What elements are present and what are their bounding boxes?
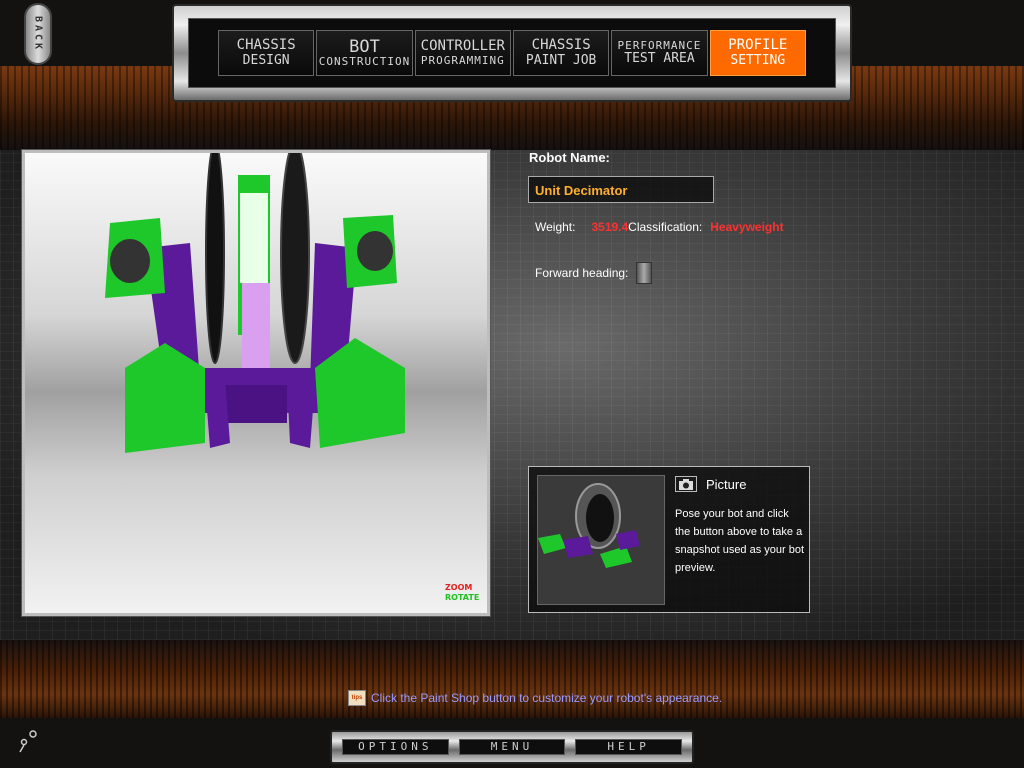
tab-label-line1: PROFILE bbox=[728, 37, 788, 54]
leg-right bbox=[287, 378, 315, 448]
bot-preview-image bbox=[538, 483, 640, 568]
tab-profile-setting[interactable]: PROFILE SETTING bbox=[709, 30, 806, 76]
tab-label-line2: CONSTRUCTION bbox=[318, 55, 411, 69]
tip-text: Click the Paint Shop button to customize… bbox=[371, 691, 723, 705]
picture-panel: Picture Pose your bot and click the butt… bbox=[528, 466, 810, 613]
back-button[interactable]: BACK bbox=[24, 3, 52, 65]
pod-right-wheel bbox=[357, 231, 393, 271]
forward-heading-label: Forward heading: bbox=[535, 266, 629, 280]
help-button[interactable]: HELP bbox=[575, 739, 683, 755]
picture-description: Pose your bot and click the button above… bbox=[675, 508, 805, 574]
tab-label-line2: DESIGN bbox=[242, 52, 290, 68]
tab-label-line2: TEST AREA bbox=[624, 50, 695, 66]
tab-bot-construction[interactable]: BOT CONSTRUCTION bbox=[316, 30, 413, 76]
menu-button[interactable]: MENU bbox=[458, 739, 566, 755]
camera-icon[interactable] bbox=[675, 476, 697, 492]
pod-left-wheel bbox=[110, 239, 150, 283]
robot-stats: Weight: 3519.4 Classification: Heavyweig… bbox=[535, 220, 784, 234]
robot-3d-viewport[interactable]: ZOOM ROTATE bbox=[21, 149, 491, 617]
rotate-label: ROTATE bbox=[445, 593, 480, 602]
classification-label: Classification: bbox=[628, 220, 703, 234]
picture-title: Picture bbox=[706, 477, 747, 492]
tab-controller-programming[interactable]: CONTROLLER PROGRAMMING bbox=[414, 30, 511, 76]
tab-label-line1: CONTROLLER bbox=[420, 38, 505, 55]
column-light bbox=[240, 193, 268, 283]
robot-model bbox=[105, 153, 405, 453]
forward-heading-slider[interactable] bbox=[636, 262, 653, 284]
tab-performance-test-area[interactable]: PERFORMANCE TEST AREA bbox=[611, 30, 708, 76]
wheel-left bbox=[205, 153, 225, 364]
zoom-label: ZOOM bbox=[445, 583, 473, 592]
options-button[interactable]: OPTIONS bbox=[342, 739, 449, 755]
nav-tabs: CHASSIS DESIGN BOT CONSTRUCTION CONTROLL… bbox=[218, 30, 806, 76]
base-block bbox=[225, 385, 287, 423]
robot-name-input[interactable]: Unit Decimator bbox=[528, 176, 714, 203]
tab-label-line2: PAINT JOB bbox=[525, 52, 597, 68]
tab-label-line1: CHASSIS bbox=[531, 37, 591, 54]
classification-value: Heavyweight bbox=[710, 220, 784, 234]
tab-chassis-paint-job[interactable]: CHASSIS PAINT JOB bbox=[512, 30, 610, 76]
bot-preview-thumbnail bbox=[537, 475, 665, 605]
background-band-bottom bbox=[0, 640, 1024, 718]
tab-label-line2: SETTING bbox=[730, 52, 786, 68]
tip-row: tips Click the Paint Shop button to cust… bbox=[348, 690, 722, 706]
weight-label: Weight: bbox=[535, 220, 576, 234]
back-button-label: BACK bbox=[32, 15, 44, 53]
robot-name-label: Robot Name: bbox=[529, 150, 610, 165]
column-lower bbox=[242, 283, 270, 373]
settings-knob-icon[interactable] bbox=[16, 726, 40, 756]
tab-chassis-design[interactable]: CHASSIS DESIGN bbox=[218, 30, 315, 76]
tips-icon: tips bbox=[348, 690, 366, 706]
tab-label-line2: PROGRAMMING bbox=[420, 53, 505, 67]
tab-label-line1: CHASSIS bbox=[236, 37, 296, 54]
tab-label-line1: BOT bbox=[349, 36, 380, 57]
weight-value: 3519.4 bbox=[591, 220, 629, 234]
wheel-right bbox=[280, 153, 310, 364]
forward-heading-row: Forward heading: bbox=[535, 262, 653, 284]
zoom-rotate-control[interactable]: ZOOM ROTATE bbox=[445, 583, 479, 603]
bottom-menu-bar: OPTIONS MENU HELP bbox=[330, 730, 694, 764]
